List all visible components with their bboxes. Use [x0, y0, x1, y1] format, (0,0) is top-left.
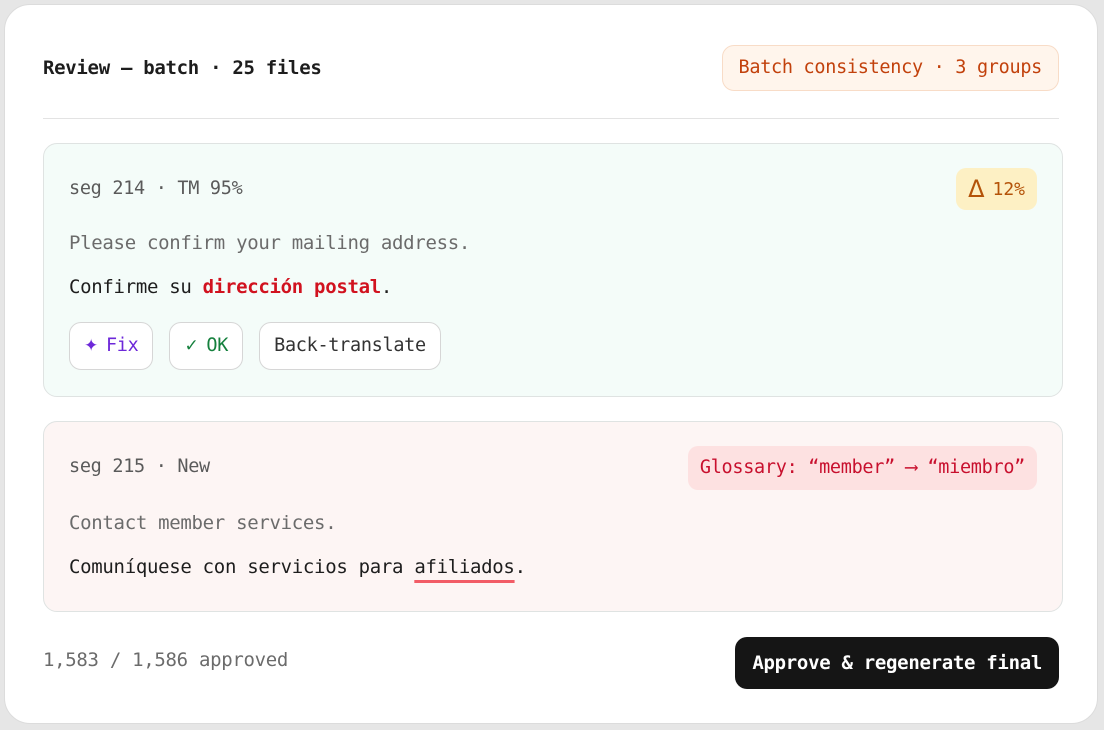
target-text[interactable]: Confirme su dirección postal. — [69, 276, 392, 298]
fix-button[interactable]: ✦ Fix — [69, 322, 154, 370]
fix-button-label: Fix — [105, 335, 139, 356]
ok-button[interactable]: ✓ OK — [169, 322, 244, 370]
segment-actions: ✦ Fix ✓ OK Back-translate — [69, 322, 441, 370]
review-header: Review — batch · 25 files Batch consiste… — [43, 5, 1059, 119]
tm-delta-badge: Δ 12% — [956, 168, 1037, 210]
flagged-term[interactable]: afiliados — [414, 556, 515, 578]
back-translate-button[interactable]: Back-translate — [259, 322, 441, 370]
approve-regenerate-button[interactable]: Approve & regenerate final — [735, 637, 1059, 689]
target-text[interactable]: Comuníquese con servicios para afiliados… — [69, 556, 526, 578]
delta-value: 12% — [992, 179, 1025, 200]
segment-meta: seg 214 · TM 95% — [69, 178, 243, 199]
segment-card-215: seg 215 · New Glossary: “member” ⟶ “miem… — [43, 421, 1063, 612]
page-title: Review — batch · 25 files — [43, 57, 322, 79]
target-text-before: Confirme su — [69, 276, 203, 298]
segment-card-214: seg 214 · TM 95% Δ 12% Please confirm you… — [43, 143, 1063, 397]
highlighted-term[interactable]: dirección postal — [203, 276, 382, 298]
target-text-after: . — [380, 276, 393, 298]
source-text: Please confirm your mailing address. — [69, 232, 471, 254]
source-text: Contact member services. — [69, 512, 337, 534]
target-text-before: Comuníquese con servicios para — [69, 556, 415, 578]
batch-consistency-badge[interactable]: Batch consistency · 3 groups — [721, 45, 1059, 91]
delta-icon: Δ — [968, 175, 985, 203]
check-icon: ✓ — [184, 336, 199, 356]
ok-button-label: OK — [206, 335, 229, 356]
approved-count: 1,583 / 1,586 approved — [43, 649, 289, 671]
target-text-after: . — [514, 556, 526, 578]
glossary-warning-badge[interactable]: Glossary: “member” ⟶ “miembro” — [687, 446, 1037, 490]
review-panel: Review — batch · 25 files Batch consiste… — [4, 4, 1098, 724]
segment-meta: seg 215 · New — [69, 456, 210, 477]
sparkle-icon: ✦ — [84, 336, 98, 356]
